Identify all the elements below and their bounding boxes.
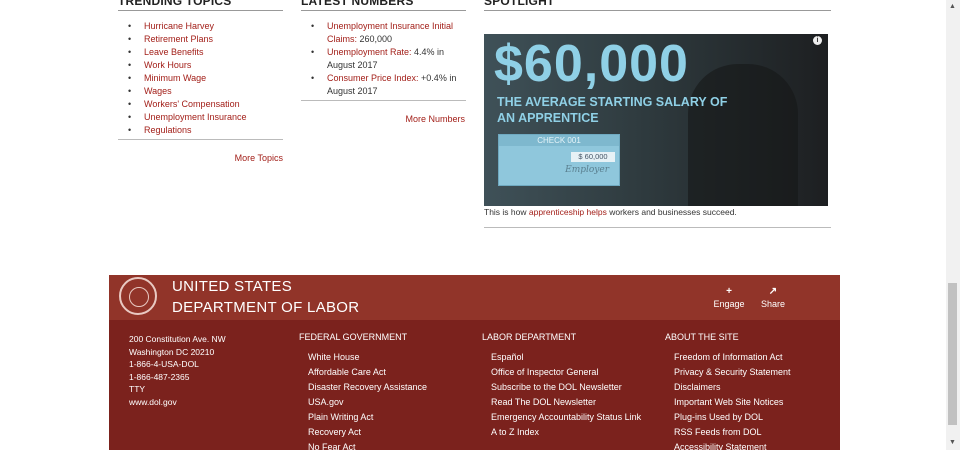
- caption-text: workers and businesses succeed.: [606, 207, 737, 217]
- latest-number-value: 260,000: [357, 34, 393, 44]
- list-item: Wages: [118, 85, 283, 98]
- footer-link[interactable]: Disaster Recovery Assistance: [308, 380, 427, 395]
- footer-link[interactable]: Español: [491, 350, 641, 365]
- address-line: Washington DC 20210: [129, 346, 215, 357]
- footer-link[interactable]: Privacy & Security Statement: [674, 365, 791, 380]
- list-item: Minimum Wage: [118, 72, 283, 85]
- org-name-line1[interactable]: UNITED STATES: [172, 278, 292, 295]
- footer-link[interactable]: Affordable Care Act: [308, 365, 427, 380]
- engage-button[interactable]: + Engage: [709, 285, 749, 309]
- about-site-links: Freedom of Information Act Privacy & Sec…: [674, 350, 791, 455]
- latest-number-link[interactable]: Unemployment Rate:: [327, 47, 412, 57]
- website-link[interactable]: www.dol.gov: [129, 396, 226, 409]
- footer-link[interactable]: Recovery Act: [308, 425, 427, 440]
- trending-link[interactable]: Minimum Wage: [144, 73, 206, 83]
- labor-department-links: Español Office of Inspector General Subs…: [491, 350, 641, 440]
- footer-link[interactable]: Disclaimers: [674, 380, 791, 395]
- list-item: Workers' Compensation: [118, 98, 283, 111]
- footer-link[interactable]: White House: [308, 350, 427, 365]
- footer-link[interactable]: Accessibility Statement: [674, 440, 791, 455]
- dol-seal-icon[interactable]: [119, 277, 157, 315]
- site-footer: UNITED STATES DEPARTMENT OF LABOR + Enga…: [109, 275, 840, 452]
- footer-address: 200 Constitution Ave. NW Washington DC 2…: [129, 333, 226, 408]
- divider: [301, 100, 466, 101]
- footer-link[interactable]: RSS Feeds from DOL: [674, 425, 791, 440]
- more-numbers-link[interactable]: More Numbers: [365, 114, 465, 124]
- check-signature: Employer: [565, 165, 609, 175]
- spotlight-caption: This is how apprenticeship helps workers…: [484, 207, 737, 217]
- trending-link[interactable]: Wages: [144, 86, 172, 96]
- footer-link[interactable]: Emergency Accountability Status Link: [491, 410, 641, 425]
- trending-link[interactable]: Workers' Compensation: [144, 99, 240, 109]
- trending-link[interactable]: Hurricane Harvey: [144, 21, 214, 31]
- list-item: Unemployment Insurance: [118, 111, 283, 124]
- engage-label: Engage: [713, 299, 745, 309]
- spotlight-big-number: $60,000: [494, 35, 689, 93]
- info-icon[interactable]: i: [813, 36, 822, 45]
- list-item: Hurricane Harvey: [118, 20, 283, 33]
- list-item: Regulations: [118, 124, 283, 137]
- tty-line: TTY: [129, 384, 146, 394]
- list-item: Leave Benefits: [118, 46, 283, 59]
- share-icon: ↗: [768, 286, 778, 297]
- scrollbar-thumb[interactable]: [948, 283, 957, 425]
- footer-link[interactable]: Office of Inspector General: [491, 365, 641, 380]
- scroll-up-icon[interactable]: ▲: [949, 3, 956, 10]
- spotlight-heading: Spotlight: [484, 0, 831, 11]
- footer-link[interactable]: Freedom of Information Act: [674, 350, 791, 365]
- footer-link[interactable]: Read The DOL Newsletter: [491, 395, 641, 410]
- share-label: Share: [760, 299, 786, 309]
- divider: [118, 139, 283, 140]
- footer-link[interactable]: A to Z Index: [491, 425, 641, 440]
- footer-link[interactable]: No Fear Act: [308, 440, 427, 455]
- plus-icon: +: [726, 286, 732, 297]
- footer-link[interactable]: USA.gov: [308, 395, 427, 410]
- phone-line: 1-866-4-USA-DOL: [129, 359, 199, 369]
- divider: [484, 227, 831, 228]
- list-item: Unemployment Insurance Initial Claims: 2…: [301, 20, 466, 46]
- footer-banner: UNITED STATES DEPARTMENT OF LABOR + Enga…: [109, 275, 840, 320]
- spotlight-image[interactable]: $60,000 THE AVERAGE STARTING SALARY OF A…: [484, 34, 828, 206]
- trending-link[interactable]: Retirement Plans: [144, 34, 213, 44]
- apprenticeship-link[interactable]: apprenticeship helps: [529, 207, 607, 217]
- list-item: Retirement Plans: [118, 33, 283, 46]
- spotlight-subtitle: THE AVERAGE STARTING SALARY OF AN APPREN…: [497, 95, 728, 125]
- footer-link[interactable]: Plain Writing Act: [308, 410, 427, 425]
- footer-link[interactable]: Important Web Site Notices: [674, 395, 791, 410]
- list-item: Unemployment Rate: 4.4% in August 2017: [301, 46, 466, 72]
- list-item: Work Hours: [118, 59, 283, 72]
- phone-line: 1-866-487-2365: [129, 371, 190, 382]
- trending-topics-list: Hurricane Harvey Retirement Plans Leave …: [118, 20, 283, 137]
- footer-link[interactable]: Plug-ins Used by DOL: [674, 410, 791, 425]
- labor-department-heading: Labor Department: [482, 332, 577, 342]
- trending-topics-heading: Trending Topics: [118, 0, 283, 11]
- check-graphic: CHECK 001 $ 60,000 Employer: [498, 134, 620, 186]
- trending-link[interactable]: Leave Benefits: [144, 47, 204, 57]
- latest-numbers-list: Unemployment Insurance Initial Claims: 2…: [301, 20, 466, 98]
- scroll-down-icon[interactable]: ▼: [949, 439, 956, 446]
- latest-number-link[interactable]: Consumer Price Index:: [327, 73, 419, 83]
- page-scrollbar[interactable]: ▲ ▼: [946, 0, 960, 450]
- caption-text: This is how: [484, 207, 529, 217]
- about-site-heading: About the Site: [665, 332, 739, 342]
- trending-link[interactable]: Work Hours: [144, 60, 191, 70]
- latest-numbers-heading: Latest Numbers: [301, 0, 466, 11]
- more-topics-link[interactable]: More Topics: [183, 153, 283, 163]
- federal-government-links: White House Affordable Care Act Disaster…: [308, 350, 427, 455]
- org-name-line2[interactable]: DEPARTMENT OF LABOR: [172, 299, 359, 316]
- trending-link[interactable]: Regulations: [144, 125, 192, 135]
- footer-link[interactable]: Subscribe to the DOL Newsletter: [491, 380, 641, 395]
- trending-link[interactable]: Unemployment Insurance: [144, 112, 247, 122]
- check-amount: $ 60,000: [571, 152, 615, 162]
- list-item: Consumer Price Index: +0.4% in August 20…: [301, 72, 466, 98]
- check-title: CHECK 001: [499, 135, 619, 146]
- apprentice-silhouette: [688, 64, 798, 206]
- share-button[interactable]: ↗ Share: [753, 285, 793, 309]
- federal-government-heading: Federal Government: [299, 332, 408, 342]
- address-line: 200 Constitution Ave. NW: [129, 334, 226, 344]
